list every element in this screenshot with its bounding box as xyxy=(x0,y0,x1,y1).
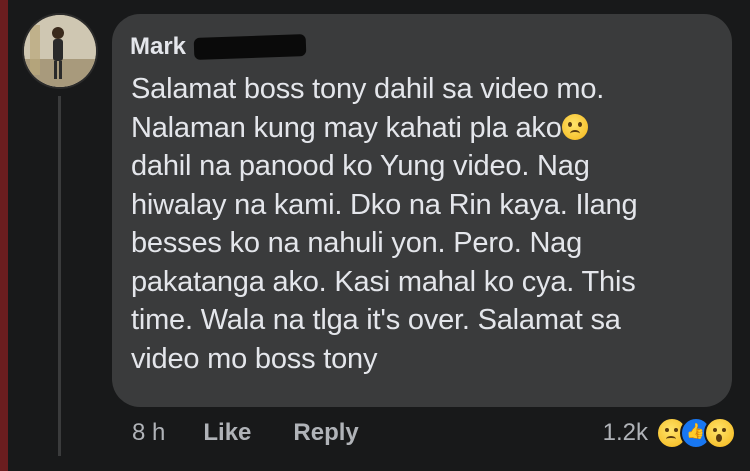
comment-line: Salamat boss tony dahil sa video mo. xyxy=(131,73,605,105)
comment-line: dahil na panood ko Yung video. Nag xyxy=(131,150,590,182)
thread-line xyxy=(58,96,61,456)
comment-line-text: Nalaman kung may kahati pla ako xyxy=(131,111,562,144)
reaction-icons xyxy=(656,417,736,449)
comment-author-row: Mark xyxy=(130,30,307,64)
comment-text: Salamat boss tony dahil sa video mo. Nal… xyxy=(131,70,721,378)
comment-line: time. Wala na tlga it's over. Salamat sa xyxy=(131,304,621,336)
comment-line: video mo boss tony xyxy=(131,342,378,375)
wow-reaction-icon xyxy=(704,417,736,449)
left-edge-bar xyxy=(0,0,8,471)
comment-line: besses ko na nahuli yon. Pero. Nag xyxy=(131,227,583,259)
comment-screenshot: Mark Salamat boss tony dahil sa video mo… xyxy=(0,0,750,471)
comment-timestamp[interactable]: 8 h xyxy=(132,419,165,447)
reactions-summary[interactable]: 1.2k xyxy=(602,417,736,449)
comment-line: Nalaman kung may kahati pla ako xyxy=(131,109,721,148)
redacted-surname xyxy=(193,34,307,60)
comment-actions: 8 h Like Reply xyxy=(132,418,359,448)
avatar[interactable] xyxy=(24,15,96,87)
sad-face-emoji-icon xyxy=(561,113,588,140)
comment-line: pakatanga ako. Kasi mahal ko cya. This xyxy=(131,265,636,298)
comment-line: hiwalay na kami. Dko na Rin kaya. Ilang xyxy=(131,188,638,221)
author-name[interactable]: Mark xyxy=(130,33,186,61)
profile-photo-icon xyxy=(24,15,96,87)
like-button[interactable]: Like xyxy=(203,419,251,447)
reaction-count: 1.2k xyxy=(602,419,648,446)
reply-button[interactable]: Reply xyxy=(293,419,358,447)
